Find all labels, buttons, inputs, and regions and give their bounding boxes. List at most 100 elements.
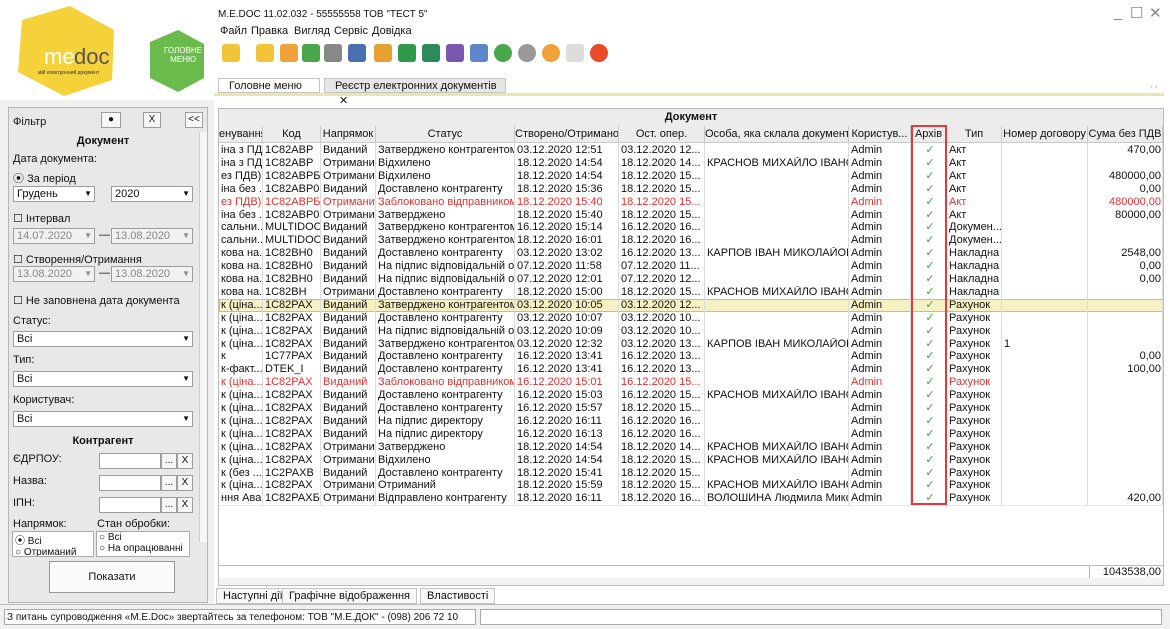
column-header-2[interactable]: Напрямок [321,126,376,143]
menu-help[interactable]: Довідка [372,25,412,37]
group-icon[interactable] [446,44,464,62]
created-checkbox[interactable]: ☐ Створення/Отримання [13,253,142,266]
period-radio[interactable]: ⦿ За період [13,170,76,186]
column-header-9[interactable]: Тип [947,126,1002,143]
name-input[interactable] [99,475,161,491]
name-browse-button[interactable]: ... [161,475,177,491]
table-cell: Заблоковано відправником [378,195,515,208]
ipn-clear-button[interactable]: X [177,497,193,513]
table-cell: Акт [949,169,967,182]
dir-recv-radio[interactable]: ○ Отриманий [13,547,93,556]
user-select[interactable]: Всі ▼ [13,411,193,427]
main-menu-button[interactable]: ГОЛОВНЕ МЕНЮ [160,46,206,64]
table-cell: Отриманий [323,285,376,298]
tab-close-icon[interactable]: ✕ [339,95,348,107]
proc-all-radio[interactable]: ○ Всі [97,532,189,543]
refresh-icon[interactable] [494,44,512,62]
delete-folder-icon[interactable] [280,44,298,62]
document-green-icon[interactable] [302,44,320,62]
show-button[interactable]: Показати [49,561,175,593]
menu-edit[interactable]: Правка [251,25,288,37]
table-cell: к (ціна... [221,324,263,337]
menu-file[interactable]: Файл [220,25,247,37]
tab-graphic-view[interactable]: Графічне відображення [282,588,417,604]
chevron-down-icon: ▼ [182,374,190,383]
mail-icon[interactable] [422,44,440,62]
table-cell: Admin [851,466,883,479]
column-header-1[interactable]: Код [263,126,321,143]
table-cell: Виданий [323,260,368,273]
new-document-icon[interactable] [222,44,240,62]
column-header-0[interactable]: енування [219,126,263,143]
table-cell: сальни... [221,221,263,234]
column-header-11[interactable]: Сума без ПДВ [1088,126,1163,143]
column-header-3[interactable]: Статус [376,126,515,143]
table-cell: Відхилено [378,169,431,182]
name-clear-button[interactable]: X [177,475,193,491]
table-cell [1088,454,1163,467]
tab-scroll-arrows[interactable]: ‹ › [1150,82,1158,91]
table-cell [705,234,849,247]
type-select[interactable]: Всі ▼ [13,371,193,387]
interval-checkbox[interactable]: ☐ Інтервал [13,212,70,225]
interval-from-field[interactable]: 14.07.2020 ▼ [13,228,95,244]
calendar-icon[interactable] [470,44,488,62]
column-header-6[interactable]: Особа, яка склала документ [705,126,849,143]
table-cell [1088,157,1163,170]
month-select[interactable]: Грудень ▼ [13,186,95,202]
totals-row: 1043538,00 [219,565,1163,579]
tab-properties[interactable]: Властивості [420,588,496,604]
proc-pending-radio[interactable]: ○ На опрацюванні [97,543,189,554]
open-folder-icon[interactable] [256,44,274,62]
column-header-7[interactable]: Користув... [849,126,911,143]
edrpou-clear-button[interactable]: X [177,453,193,469]
edrpou-browse-button[interactable]: ... [161,453,177,469]
filter-scrollbar[interactable] [199,132,207,542]
column-header-5[interactable]: Ост. опер. [619,126,705,143]
status-label: Статус: [13,315,51,327]
tab-registry[interactable]: Реєстр електронних документів ✕ [324,78,506,107]
table-cell: 1С82РАХ [265,414,313,427]
users-icon[interactable] [566,44,584,62]
table-cell: Акт [949,208,967,221]
range-dash: — [99,267,110,279]
find-icon[interactable] [398,44,416,62]
status-select[interactable]: Всі ▼ [13,331,193,347]
table-cell: Admin [851,492,883,505]
table-cell: Доставлено контрагенту [378,402,503,414]
column-header-10[interactable]: Номер договору [1002,126,1088,143]
send-icon[interactable] [374,44,392,62]
settings-gear-icon[interactable] [518,44,536,62]
tab-next-actions[interactable]: Наступні дії [216,588,290,604]
edrpou-input[interactable] [99,453,161,469]
table-cell: 03.12.2020 10:07 [517,311,603,324]
horizontal-scrollbar[interactable] [219,578,1163,585]
dir-all-radio[interactable]: ⦿ Всі [13,532,93,547]
ipn-browse-button[interactable]: ... [161,497,177,513]
table-cell: Затверджено [378,208,446,221]
column-header-4[interactable]: Створено/Отримано [515,126,619,143]
chat-icon[interactable] [590,44,608,62]
table-cell [1002,376,1088,389]
created-to-field[interactable]: 13.08.2020 ▼ [111,266,193,282]
table-cell [705,209,849,222]
minimize-icon[interactable]: _ [1114,4,1122,21]
close-filter-button[interactable]: X [143,112,161,128]
tab-main-menu[interactable]: Головне меню [218,78,320,93]
table-cell: Затверджено контрагентом [378,337,515,350]
created-from-field[interactable]: 13.08.2020 ▼ [13,266,95,282]
close-icon[interactable]: ✕ [1149,4,1162,22]
print-icon[interactable] [348,44,366,62]
ipn-input[interactable] [99,497,161,513]
properties-icon[interactable] [324,44,342,62]
collapse-filter-button[interactable]: << [185,112,203,128]
menu-service[interactable]: Сервіс [334,25,368,37]
menu-view[interactable]: Вигляд [294,25,330,37]
interval-to-field[interactable]: 13.08.2020 ▼ [111,228,193,244]
maximize-icon[interactable]: ☐ [1130,4,1143,22]
year-select[interactable]: 2020 ▼ [111,186,193,202]
table-cell: Заблоковано відправником [378,376,515,389]
refresh-filter-icon[interactable]: ● [101,112,121,128]
nodate-checkbox[interactable]: ☐ Не заповнена дата документа [13,294,180,307]
help-icon[interactable] [542,44,560,62]
